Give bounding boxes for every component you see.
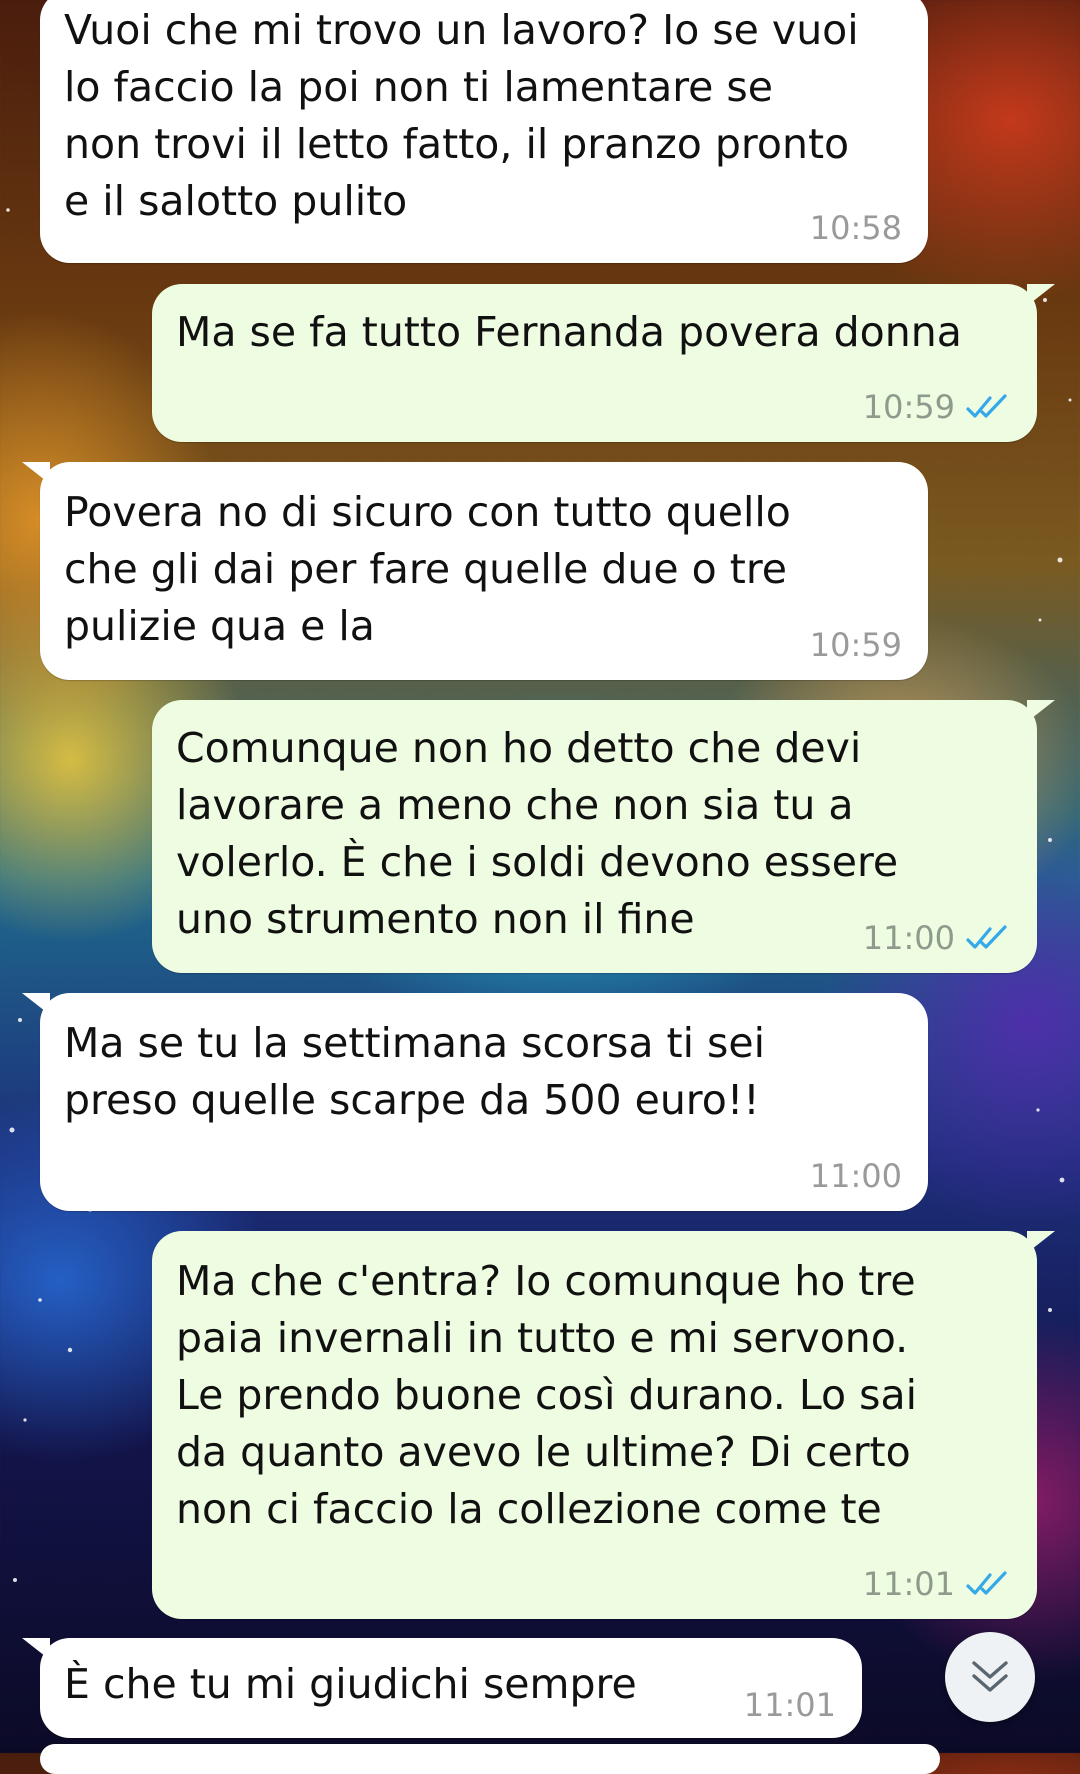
double-check-icon	[966, 925, 1007, 949]
message-meta: 10:59	[810, 626, 902, 664]
message-time: 11:01	[862, 1565, 955, 1603]
message-text: Vuoi che mi trovo un lavoro? Io se vuoi …	[64, 6, 859, 225]
message-meta: 11:01	[744, 1686, 836, 1724]
message-time: 10:58	[809, 209, 902, 247]
bubble-tail	[22, 1638, 50, 1660]
message-bubble-partial	[40, 1744, 940, 1774]
double-check-icon	[966, 394, 1007, 418]
message-bubble-incoming[interactable]: È che tu mi giudichi sempre 11:01	[22, 1638, 862, 1738]
bubble-tail	[22, 462, 50, 484]
message-bubble-incoming[interactable]: Povera no di sicuro con tutto quello che…	[22, 462, 928, 680]
message-text: Povera no di sicuro con tutto quello che…	[64, 488, 791, 650]
message-text: Ma se fa tutto Fernanda povera donna	[176, 308, 962, 356]
message-time: 10:59	[862, 388, 955, 426]
message-bubble-outgoing[interactable]: Ma che c'entra? Io comunque ho tre paia …	[152, 1231, 1055, 1619]
message-meta: 11:00	[810, 1157, 902, 1195]
message-meta: 10:59	[863, 388, 1011, 426]
message-text: È che tu mi giudichi sempre	[64, 1660, 637, 1708]
bubble-tail	[1027, 700, 1055, 722]
message-bubble-outgoing[interactable]: Ma se fa tutto Fernanda povera donna 10:…	[152, 284, 1055, 442]
message-time: 11:00	[862, 919, 955, 957]
bubble-tail	[22, 993, 50, 1015]
message-bubble-outgoing[interactable]: Comunque non ho detto che devi lavorare …	[152, 700, 1055, 973]
message-bubble-incoming[interactable]: Vuoi che mi trovo un lavoro? Io se vuoi …	[40, 0, 928, 263]
message-meta: 10:58	[810, 209, 902, 247]
bubble-tail	[1027, 1231, 1055, 1253]
message-meta: 11:01	[863, 1565, 1011, 1603]
bubble-tail	[1027, 284, 1055, 306]
message-text: Ma se tu la settimana scorsa ti sei pres…	[64, 1019, 765, 1124]
double-check-icon	[966, 1571, 1007, 1595]
message-meta: 11:00	[863, 919, 1011, 957]
message-text: Comunque non ho detto che devi lavorare …	[176, 724, 899, 943]
message-time: 11:00	[809, 1157, 902, 1195]
scroll-to-bottom-button[interactable]	[945, 1632, 1035, 1722]
message-text: Ma che c'entra? Io comunque ho tre paia …	[176, 1257, 917, 1533]
message-bubble-incoming[interactable]: Ma se tu la settimana scorsa ti sei pres…	[22, 993, 928, 1211]
message-time: 10:59	[809, 626, 902, 664]
message-time: 11:01	[743, 1686, 836, 1724]
double-chevron-down-icon	[972, 1661, 1008, 1692]
